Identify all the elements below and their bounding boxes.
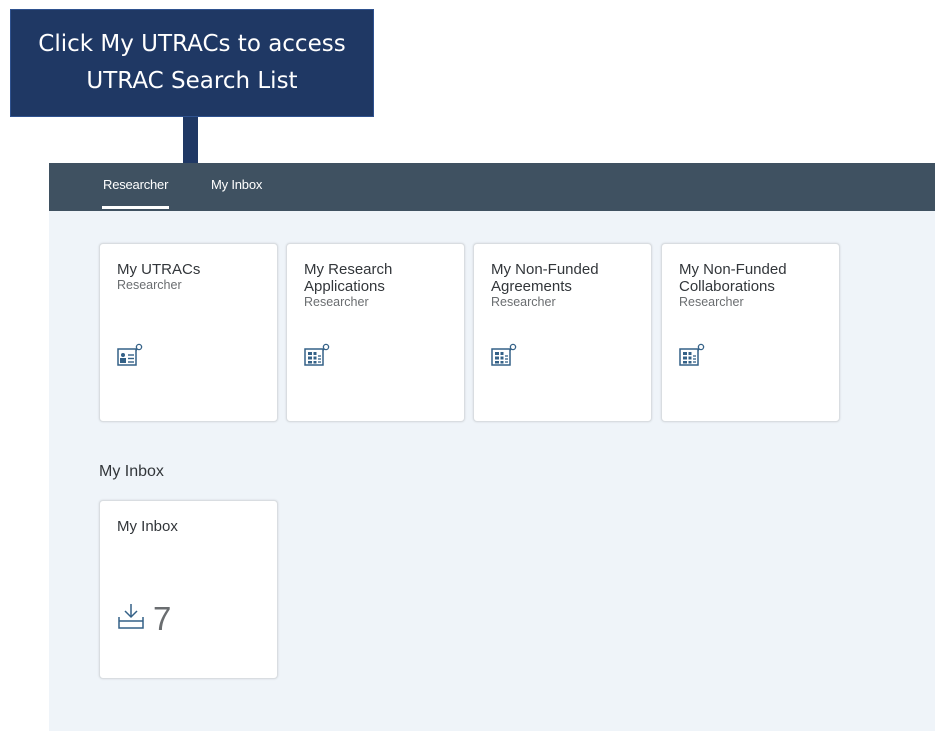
inbox-count: 7 [153, 600, 172, 637]
tab-my-inbox[interactable]: My Inbox [211, 177, 262, 192]
tile-title: My Non-Funded Agreements Researcher [491, 261, 641, 309]
tile-my-non-funded-collaborations[interactable]: My Non-Funded Collaborations Researcher [661, 243, 840, 422]
tile-title-text: My Non-Funded Collaborations [679, 261, 787, 295]
callout-line-1: Click My UTRACs to access [38, 31, 346, 57]
id-card-search-icon [117, 342, 147, 373]
tile-title: My Non-Funded Collaborations Researcher [679, 261, 829, 309]
table-search-icon [491, 342, 521, 373]
tile-my-utracs[interactable]: My UTRACs Researcher [99, 243, 278, 422]
tile-subtitle: Researcher [679, 295, 744, 309]
annotation-callout: Click My UTRACs to access UTRAC Search L… [10, 9, 374, 117]
tab-researcher[interactable]: Researcher [101, 177, 170, 209]
tile-title-text: My UTRACs [117, 261, 201, 278]
tile-subtitle: Researcher [304, 295, 369, 309]
shell-header: Researcher My Inbox [49, 163, 935, 211]
tile-title-text: My Non-Funded Agreements [491, 261, 599, 295]
tile-title: My Research Applications Researcher [304, 261, 454, 309]
callout-line-2: UTRAC Search List [86, 68, 298, 94]
tile-title: My UTRACs Researcher [117, 261, 267, 292]
tile-my-research-applications[interactable]: My Research Applications Researcher [286, 243, 465, 422]
tile-title-text: My Inbox [117, 518, 178, 535]
tile-subtitle: Researcher [491, 295, 556, 309]
launchpad: Researcher My Inbox My UTRACs Researcher… [49, 163, 935, 731]
table-search-icon [679, 342, 709, 373]
tile-subtitle: Researcher [117, 278, 182, 292]
tile-title-text: My Research Applications [304, 261, 393, 295]
tile-title: My Inbox [117, 518, 267, 535]
section-title-my-inbox: My Inbox [99, 463, 164, 480]
tile-my-non-funded-agreements[interactable]: My Non-Funded Agreements Researcher [473, 243, 652, 422]
tile-my-inbox[interactable]: My Inbox 7 [99, 500, 278, 679]
table-search-icon [304, 342, 334, 373]
inbox-download-icon [117, 602, 147, 635]
